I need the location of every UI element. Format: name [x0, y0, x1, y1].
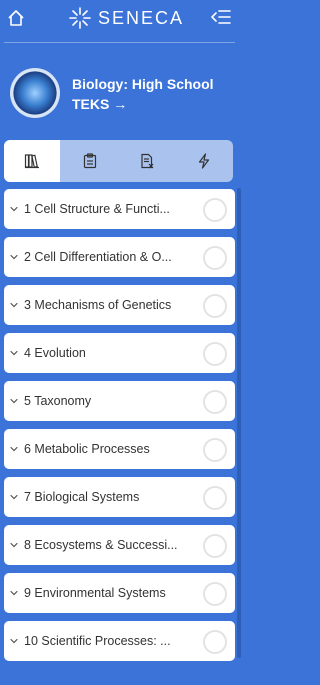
progress-ring-icon [203, 486, 227, 510]
chevron-down-icon [10, 350, 18, 356]
chevron-down-icon [10, 446, 18, 452]
chevron-down-icon [10, 494, 18, 500]
chevron-down-icon [10, 206, 18, 212]
progress-ring-icon [203, 342, 227, 366]
chevron-down-icon [10, 590, 18, 596]
tab-exams[interactable] [119, 140, 175, 182]
chevron-down-icon [10, 542, 18, 548]
progress-ring-icon [203, 438, 227, 462]
tab-quick-revise[interactable] [176, 140, 232, 182]
chevron-down-icon [10, 398, 18, 404]
topic-label: 5 Taxonomy [24, 394, 92, 408]
topic-label: 10 Scientific Processes: ... [24, 634, 171, 648]
progress-ring-icon [203, 582, 227, 606]
progress-ring-icon [203, 198, 227, 222]
collapse-sidebar-icon[interactable] [210, 8, 232, 26]
topic-item[interactable]: 9 Environmental Systems [4, 573, 235, 613]
lightning-icon [198, 153, 210, 169]
topic-label: 4 Evolution [24, 346, 86, 360]
books-icon [24, 154, 39, 169]
top-bar: SENECA [0, 0, 243, 38]
topic-label: 6 Metabolic Processes [24, 442, 150, 456]
course-header[interactable]: Biology: High School TEKS → [10, 68, 235, 120]
topic-item[interactable]: 6 Metabolic Processes [4, 429, 235, 469]
seneca-logo: SENECA [68, 6, 184, 30]
chevron-down-icon [10, 302, 18, 308]
document-x-icon [141, 153, 154, 169]
course-avatar [10, 68, 60, 118]
topic-label: 9 Environmental Systems [24, 586, 166, 600]
header-divider [4, 42, 235, 43]
topic-item[interactable]: 4 Evolution [4, 333, 235, 373]
tab-bar [4, 140, 233, 182]
progress-ring-icon [203, 246, 227, 270]
topic-item[interactable]: 5 Taxonomy [4, 381, 235, 421]
topic-label: 8 Ecosystems & Successi... [24, 538, 178, 552]
topic-label: 3 Mechanisms of Genetics [24, 298, 172, 312]
tab-clipboard[interactable] [62, 140, 118, 182]
tab-books[interactable] [4, 140, 60, 182]
topic-item[interactable]: 7 Biological Systems [4, 477, 235, 517]
chevron-down-icon [10, 254, 18, 260]
topic-item[interactable]: 2 Cell Differentiation & O... [4, 237, 235, 277]
scrollbar[interactable] [237, 188, 241, 658]
progress-ring-icon [203, 534, 227, 558]
clipboard-icon [83, 153, 97, 169]
topic-label: 7 Biological Systems [24, 490, 140, 504]
seneca-star-icon [69, 7, 91, 29]
progress-ring-icon [203, 294, 227, 318]
chevron-down-icon [10, 638, 18, 644]
topic-label: 2 Cell Differentiation & O... [24, 250, 172, 264]
topic-label: 1 Cell Structure & Functi... [24, 202, 170, 216]
home-icon[interactable] [6, 8, 26, 28]
progress-ring-icon [203, 630, 227, 654]
progress-ring-icon [203, 390, 227, 414]
topic-item[interactable]: 8 Ecosystems & Successi... [4, 525, 235, 565]
course-title[interactable]: Biology: High School TEKS → [72, 74, 242, 114]
app-name: SENECA [98, 7, 185, 28]
topic-item[interactable]: 1 Cell Structure & Functi... [4, 189, 235, 229]
topic-item[interactable]: 3 Mechanisms of Genetics [4, 285, 235, 325]
topic-item[interactable]: 10 Scientific Processes: ... [4, 621, 235, 661]
